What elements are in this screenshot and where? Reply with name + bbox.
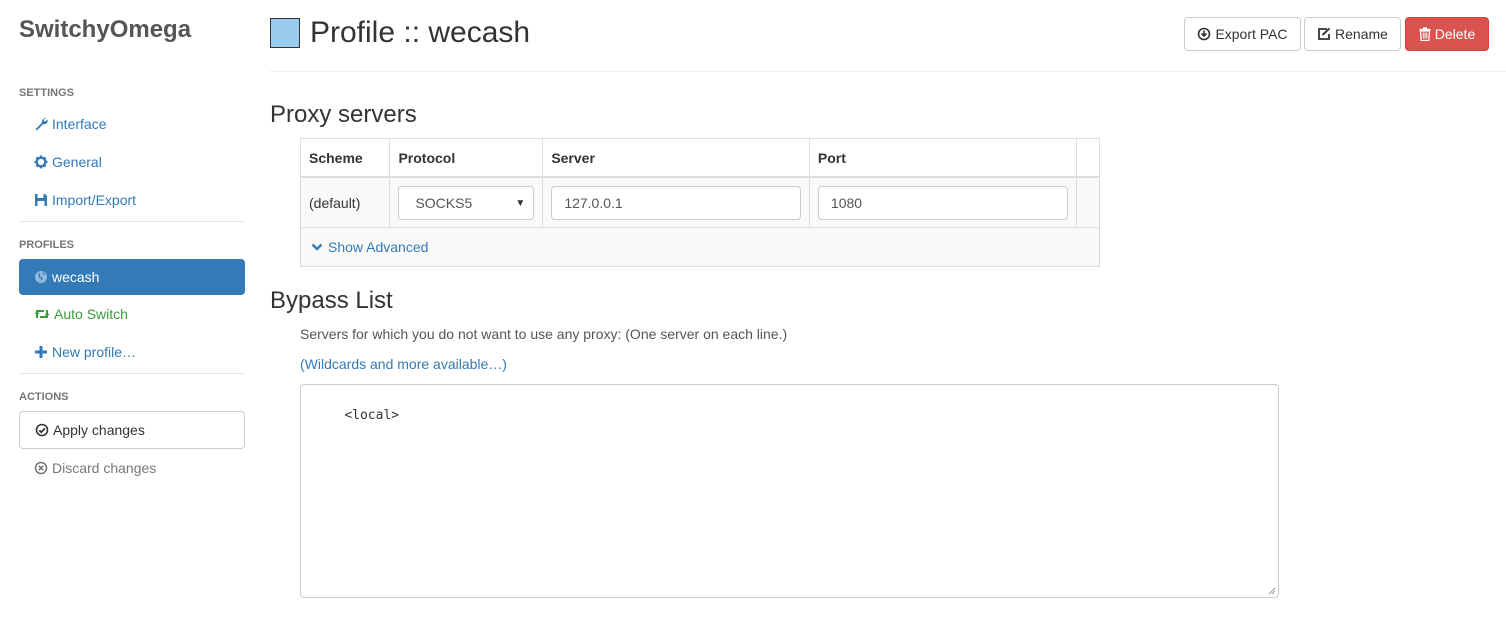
main-content: Profile :: wecash Export PAC Rename Dele… [270,0,1506,622]
server-cell: 127.0.0.1 [542,177,810,227]
bypass-help-text: Servers for which you do not want to use… [300,326,788,342]
discard-changes-button[interactable]: Discard changes [19,450,245,486]
divider [19,221,245,222]
caret-down-icon: ▼ [515,197,526,209]
wildcards-link[interactable]: (Wildcards and more available…) [300,356,507,372]
port-input[interactable]: 1080 [817,185,1069,220]
edit-icon [1318,27,1331,40]
bypass-list-heading: Bypass List [270,287,393,314]
sidebar-item-label: General [52,154,102,170]
sidebar-item-general[interactable]: General [19,144,245,180]
settings-header: SETTINGS [19,87,75,99]
column-header-protocol: Protocol [389,139,544,178]
x-circle-icon [34,461,48,475]
proxy-servers-heading: Proxy servers [270,101,417,128]
page-title-text: Profile :: wecash [310,16,531,49]
protocol-cell: SOCKS5 ▼ [389,177,544,227]
globe-icon [35,271,47,283]
show-advanced-label: Show Advanced [328,239,429,255]
row-actions-cell [1076,177,1099,227]
protocol-select[interactable]: SOCKS5 ▼ [398,185,535,220]
header-divider [270,71,1506,72]
sidebar-item-label: Auto Switch [54,306,128,322]
sidebar-item-label: wecash [52,269,100,285]
app-title: SwitchyOmega [19,16,192,43]
sidebar-item-wecash[interactable]: wecash [19,259,245,295]
download-circle-icon [1198,27,1211,41]
gear-icon [34,155,48,169]
floppy-icon [35,194,47,206]
protocol-select-value: SOCKS5 [415,194,473,211]
sidebar-item-interface[interactable]: Interface [19,106,245,142]
apply-changes-button[interactable]: Apply changes [19,411,245,449]
table-header-row: Scheme Protocol Server Port [301,139,1099,178]
wrench-icon [35,118,48,131]
sidebar-item-label: Interface [52,116,107,132]
sidebar-item-import-export[interactable]: Import/Export [19,182,245,218]
sidebar-item-label: Import/Export [52,192,137,208]
bypass-list-textarea[interactable]: <local> [300,384,1279,598]
sidebar-item-label: New profile… [52,344,137,360]
export-pac-button[interactable]: Export PAC [1184,17,1301,51]
apply-changes-label: Apply changes [53,422,145,438]
sidebar-item-new-profile[interactable]: New profile… [19,334,245,370]
column-header-server: Server [542,139,810,178]
proxy-servers-table: Scheme Protocol Server Port (default) SO… [300,138,1100,267]
retweet-icon [34,310,50,318]
actions-header: ACTIONS [19,391,69,403]
divider [19,373,245,374]
delete-button[interactable]: Delete [1405,17,1489,51]
discard-changes-label: Discard changes [52,460,157,476]
server-input[interactable]: 127.0.0.1 [551,185,801,220]
sidebar: SwitchyOmega SETTINGS Interface General … [0,0,255,622]
export-pac-label: Export PAC [1215,26,1288,42]
profile-color-swatch[interactable] [270,18,300,48]
page-title: Profile :: wecash [270,16,530,50]
check-circle-icon [35,423,49,437]
trash-icon [1419,27,1431,41]
port-cell: 1080 [809,177,1078,227]
rename-label: Rename [1335,26,1388,42]
table-row: (default) SOCKS5 ▼ 127.0.0.1 1080 [301,177,1099,227]
bypass-list-value: <local> [344,408,400,423]
column-header-empty [1076,139,1099,178]
port-input-value: 1080 [830,194,863,211]
column-header-scheme: Scheme [301,139,391,178]
delete-label: Delete [1434,26,1476,42]
plus-icon [35,346,47,358]
column-header-port: Port [809,139,1078,178]
rename-button[interactable]: Rename [1304,17,1401,51]
sidebar-item-auto-switch[interactable]: Auto Switch [19,296,245,332]
resize-grip-icon[interactable] [1268,587,1276,595]
chevron-down-icon [311,243,323,251]
scheme-cell: (default) [301,177,391,227]
profiles-header: PROFILES [19,239,75,251]
server-input-value: 127.0.0.1 [564,194,623,211]
show-advanced-toggle[interactable]: Show Advanced [301,227,1099,266]
